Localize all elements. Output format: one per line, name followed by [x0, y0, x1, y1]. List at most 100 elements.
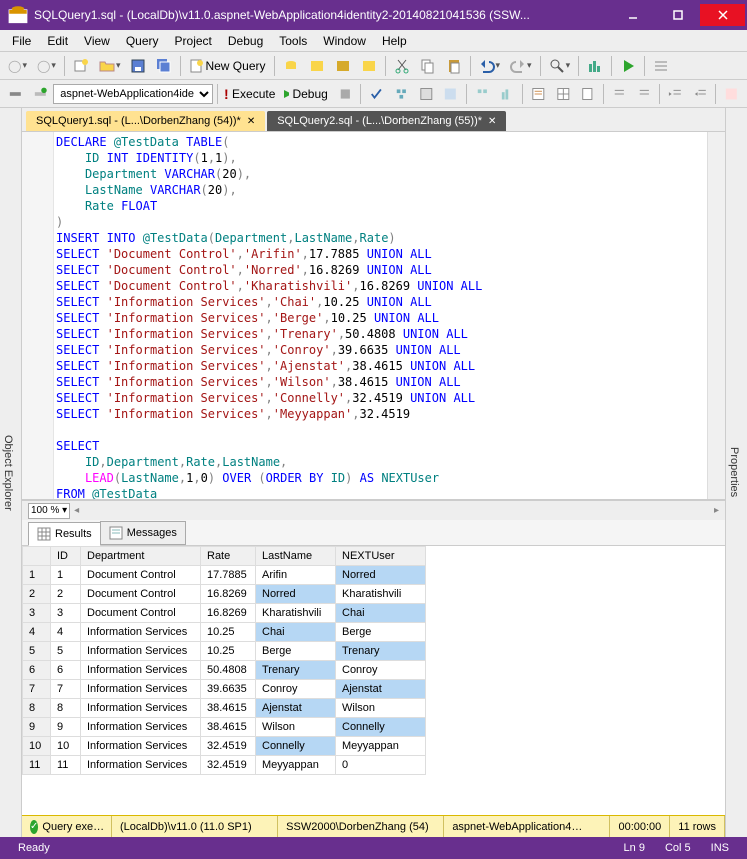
results-grid-button[interactable]	[552, 83, 575, 105]
cell[interactable]: 50.4808	[201, 661, 256, 680]
results-file-button[interactable]	[576, 83, 599, 105]
cell[interactable]: Chai	[336, 604, 426, 623]
table-row[interactable]: 1010Information Services32.4519ConnellyM…	[23, 737, 426, 756]
row-number[interactable]: 1	[23, 566, 51, 585]
cell[interactable]: Document Control	[81, 566, 201, 585]
col-header[interactable]: NEXTUser	[336, 547, 426, 566]
mdx-query-button[interactable]	[331, 55, 355, 77]
cell[interactable]: 2	[51, 585, 81, 604]
comment-button[interactable]	[608, 83, 631, 105]
cell[interactable]: 10.25	[201, 642, 256, 661]
cell[interactable]: 9	[51, 718, 81, 737]
start-button[interactable]	[616, 55, 640, 77]
table-row[interactable]: 22Document Control16.8269NorredKharatish…	[23, 585, 426, 604]
client-stats-button[interactable]	[496, 83, 519, 105]
cell[interactable]: Wilson	[256, 718, 336, 737]
cell[interactable]: 3	[51, 604, 81, 623]
cell[interactable]: 4	[51, 623, 81, 642]
menu-file[interactable]: File	[4, 32, 39, 50]
debug-button[interactable]: Debug	[279, 83, 332, 105]
cell[interactable]: Kharatishvili	[336, 585, 426, 604]
row-number[interactable]: 4	[23, 623, 51, 642]
cell[interactable]: 16.8269	[201, 585, 256, 604]
save-button[interactable]	[126, 55, 150, 77]
cell[interactable]: 16.8269	[201, 604, 256, 623]
table-row[interactable]: 33Document Control16.8269KharatishviliCh…	[23, 604, 426, 623]
table-row[interactable]: 11Document Control17.7885ArifinNorred	[23, 566, 426, 585]
redo-button[interactable]: ▾	[506, 55, 536, 77]
code-editor[interactable]: DECLARE @TestData TABLE( ID INT IDENTITY…	[54, 132, 707, 499]
change-connection-button[interactable]	[29, 83, 52, 105]
cell[interactable]: Document Control	[81, 585, 201, 604]
cancel-query-button[interactable]	[334, 83, 357, 105]
cell[interactable]: Berge	[336, 623, 426, 642]
row-number[interactable]: 2	[23, 585, 51, 604]
close-button[interactable]	[700, 4, 745, 26]
cell[interactable]: Kharatishvili	[256, 604, 336, 623]
new-query-button[interactable]: New Query	[185, 55, 269, 77]
table-row[interactable]: 1111Information Services32.4519Meyyappan…	[23, 756, 426, 775]
nav-fwd-button[interactable]: ◯▾	[33, 55, 60, 77]
table-row[interactable]: 55Information Services10.25BergeTrenary	[23, 642, 426, 661]
col-header[interactable]: Department	[81, 547, 201, 566]
database-combo[interactable]: aspnet-WebApplication4ide	[53, 84, 213, 104]
cell[interactable]: Meyyappan	[336, 737, 426, 756]
col-header[interactable]	[23, 547, 51, 566]
engine-query-button[interactable]	[279, 55, 303, 77]
cell[interactable]: 6	[51, 661, 81, 680]
col-header[interactable]: ID	[51, 547, 81, 566]
xmla-query-button[interactable]	[357, 55, 381, 77]
object-explorer-tab[interactable]: Object Explorer	[0, 108, 22, 837]
specify-values-button[interactable]	[720, 83, 743, 105]
row-number[interactable]: 7	[23, 680, 51, 699]
cell[interactable]: Wilson	[336, 699, 426, 718]
row-number[interactable]: 11	[23, 756, 51, 775]
vscrollbar[interactable]	[707, 132, 725, 499]
menu-query[interactable]: Query	[118, 32, 167, 50]
cell[interactable]: Berge	[256, 642, 336, 661]
col-header[interactable]: Rate	[201, 547, 256, 566]
indent-button[interactable]	[664, 83, 687, 105]
cell[interactable]: Information Services	[81, 623, 201, 642]
cut-button[interactable]	[390, 55, 414, 77]
cell[interactable]: Connelly	[256, 737, 336, 756]
row-number[interactable]: 6	[23, 661, 51, 680]
menu-debug[interactable]: Debug	[220, 32, 271, 50]
editor-tab-1[interactable]: SQLQuery2.sql - (L...\DorbenZhang (55))*…	[267, 111, 506, 131]
row-number[interactable]: 8	[23, 699, 51, 718]
results-text-button[interactable]	[527, 83, 550, 105]
row-number[interactable]: 9	[23, 718, 51, 737]
cell[interactable]: Information Services	[81, 680, 201, 699]
undo-button[interactable]: ▾	[475, 55, 505, 77]
cell[interactable]: Connelly	[336, 718, 426, 737]
copy-button[interactable]	[416, 55, 440, 77]
as-query-button[interactable]	[305, 55, 329, 77]
open-button[interactable]: ▾	[95, 55, 125, 77]
cell[interactable]: Norred	[256, 585, 336, 604]
cell[interactable]: 7	[51, 680, 81, 699]
table-row[interactable]: 77Information Services39.6635ConroyAjens…	[23, 680, 426, 699]
cell[interactable]: Information Services	[81, 642, 201, 661]
menu-tools[interactable]: Tools	[271, 32, 315, 50]
cell[interactable]: 17.7885	[201, 566, 256, 585]
save-all-button[interactable]	[152, 55, 176, 77]
cell[interactable]: Information Services	[81, 756, 201, 775]
cell[interactable]: 38.4615	[201, 718, 256, 737]
cell[interactable]: Information Services	[81, 661, 201, 680]
parse-button[interactable]	[365, 83, 388, 105]
cell[interactable]: 5	[51, 642, 81, 661]
minimize-button[interactable]	[610, 4, 655, 26]
outdent-button[interactable]	[689, 83, 712, 105]
cell[interactable]: 10	[51, 737, 81, 756]
cell[interactable]: Chai	[256, 623, 336, 642]
close-tab-icon[interactable]: ✕	[488, 116, 496, 127]
uncomment-button[interactable]	[633, 83, 656, 105]
cell[interactable]: Ajenstat	[256, 699, 336, 718]
close-tab-icon[interactable]: ✕	[247, 116, 255, 127]
editor-tab-0[interactable]: SQLQuery1.sql - (L...\DorbenZhang (54))*…	[26, 111, 265, 131]
actual-plan-button[interactable]	[471, 83, 494, 105]
cell[interactable]: Arifin	[256, 566, 336, 585]
col-header[interactable]: LastName	[256, 547, 336, 566]
query-options-button[interactable]	[415, 83, 438, 105]
cell[interactable]: 39.6635	[201, 680, 256, 699]
